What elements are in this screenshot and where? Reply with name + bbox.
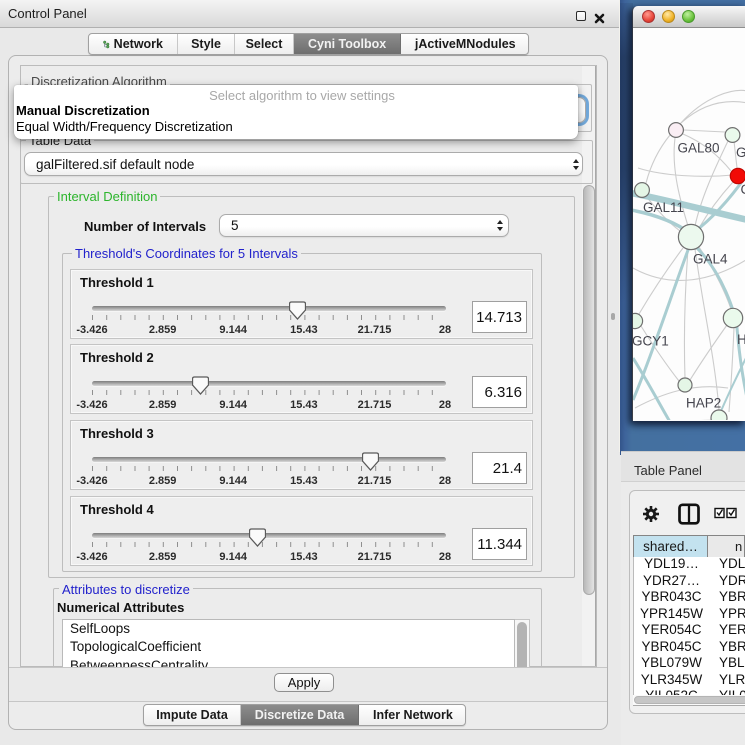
svg-text:GAL7: GAL7	[736, 145, 745, 160]
svg-text:GCY1: GCY1	[633, 334, 669, 349]
svg-text:HAP2: HAP2	[686, 396, 721, 411]
svg-text:GAL80: GAL80	[678, 141, 720, 156]
svg-text:GAL11: GAL11	[643, 200, 684, 215]
svg-text:GAL4: GAL4	[693, 252, 728, 267]
svg-text:HI: HI	[737, 332, 745, 347]
svg-text:CD: CD	[741, 182, 745, 197]
